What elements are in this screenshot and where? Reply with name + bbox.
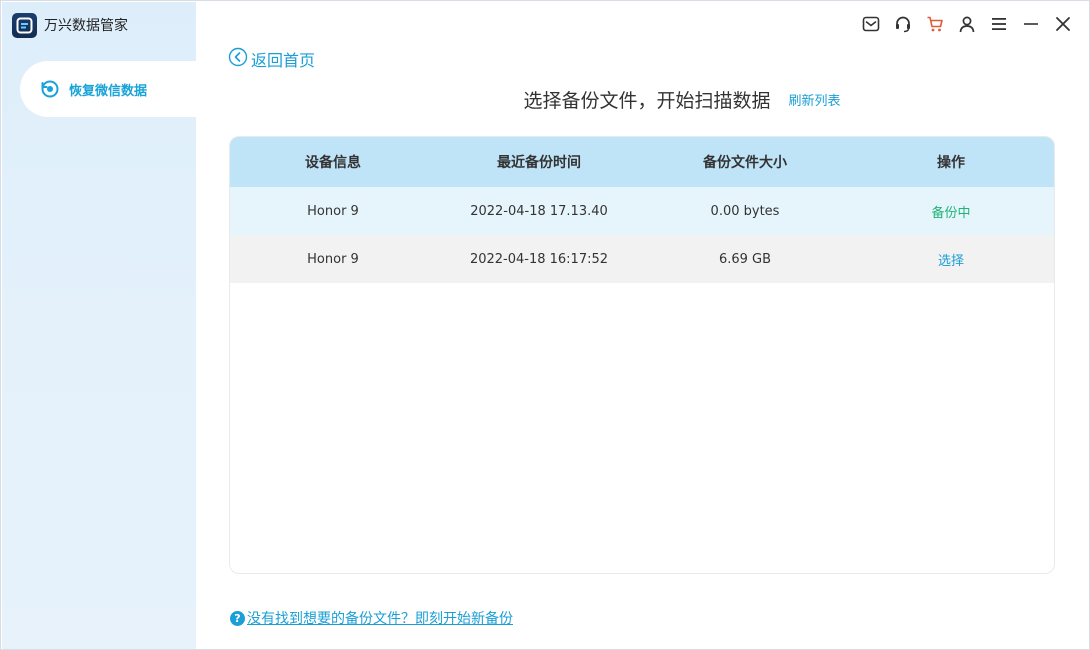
- restore-icon: [40, 79, 60, 99]
- cell-size: 0.00 bytes: [710, 203, 780, 219]
- column-header-action: 操作: [937, 155, 965, 171]
- cart-icon[interactable]: [923, 12, 947, 36]
- back-home-link[interactable]: 返回首页: [228, 47, 316, 71]
- column-header-size: 备份文件大小: [703, 155, 787, 171]
- cell-time: 2022-04-18 17.13.40: [470, 203, 608, 219]
- minimize-icon[interactable]: [1019, 12, 1043, 36]
- user-icon[interactable]: [955, 12, 979, 36]
- sidebar-item-label: 恢复微信数据: [69, 83, 148, 99]
- refresh-list-link[interactable]: 刷新列表: [789, 90, 841, 109]
- sidebar: 万兴数据管家 恢复微信数据: [2, 2, 197, 649]
- backup-table: 设备信息 最近备份时间 备份文件大小 操作 Honor 9 2022-04-18…: [229, 136, 1055, 574]
- select-backup-button[interactable]: 选择: [848, 250, 1054, 269]
- window-toolbar: [851, 12, 1075, 36]
- start-new-backup-label: 没有找到想要的备份文件？即刻开始新备份: [247, 611, 513, 627]
- back-home-label: 返回首页: [251, 51, 316, 70]
- chevron-left-circle-icon: [228, 47, 248, 71]
- headset-icon[interactable]: [891, 12, 915, 36]
- table-row: Honor 9 2022-04-18 16:17:52 6.69 GB 选择: [230, 235, 1054, 283]
- backing-up-status[interactable]: 备份中: [848, 202, 1054, 221]
- mail-icon[interactable]: [859, 12, 883, 36]
- page-title: 选择备份文件，开始扫描数据: [523, 89, 771, 112]
- table-row: Honor 9 2022-04-18 17.13.40 0.00 bytes 备…: [230, 187, 1054, 235]
- close-icon[interactable]: [1051, 12, 1075, 36]
- cell-size: 6.69 GB: [718, 251, 772, 267]
- app-header: 万兴数据管家: [12, 12, 128, 38]
- column-header-device: 设备信息: [305, 155, 361, 171]
- column-header-time: 最近备份时间: [497, 155, 581, 171]
- app-logo-icon: [12, 12, 37, 38]
- app-title: 万兴数据管家: [44, 18, 128, 34]
- help-icon: ?: [230, 610, 245, 626]
- table-header: 设备信息 最近备份时间 备份文件大小 操作: [230, 137, 1054, 187]
- cell-device: Honor 9: [307, 203, 359, 219]
- menu-icon[interactable]: [987, 12, 1011, 36]
- cell-device: Honor 9: [307, 251, 359, 267]
- sidebar-item-restore-wechat[interactable]: 恢复微信数据: [20, 61, 197, 117]
- heading-row: 选择备份文件，开始扫描数据 刷新列表: [229, 85, 1055, 113]
- start-new-backup-link[interactable]: ? 没有找到想要的备份文件？即刻开始新备份: [230, 607, 513, 629]
- app-window: 万兴数据管家 恢复微信数据 返回首页 选择备份文件，开始扫描数据 刷新列表 设备…: [0, 0, 1090, 650]
- cell-time: 2022-04-18 16:17:52: [469, 251, 609, 267]
